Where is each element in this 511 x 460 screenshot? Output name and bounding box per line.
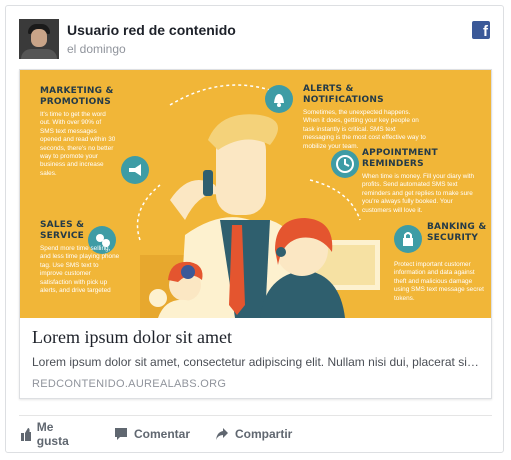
appointment-text: When time is money. Fill your diary with… (362, 173, 475, 214)
comment-icon (115, 428, 127, 440)
avatar[interactable] (19, 19, 59, 59)
appointment-title: APPOINTMENT REMINDERS (362, 148, 438, 169)
comment-button[interactable]: Comentar (114, 424, 190, 444)
alerts-title: ALERTS & NOTIFICATIONS (303, 84, 384, 105)
like-button[interactable]: Me gusta (21, 420, 73, 448)
sales-section: SALES & SERVICE Spend more time selling,… (40, 220, 120, 295)
link-caption[interactable]: Lorem ipsum dolor sit amet Lorem ipsum d… (20, 318, 491, 398)
bell-icon (265, 85, 293, 113)
alerts-section: ALERTS & NOTIFICATIONS Sometimes, the un… (303, 84, 428, 151)
sales-title: SALES & SERVICE (40, 220, 85, 241)
banking-section: BANKING & SECURITY (427, 222, 487, 244)
link-domain: REDCONTENIDO.AUREALABS.ORG (32, 378, 227, 390)
banking-text: Protect important customer information a… (394, 261, 484, 302)
comment-label: Comentar (134, 427, 191, 441)
banking-title: BANKING & SECURITY (427, 222, 487, 243)
alerts-text: Sometimes, the unexpected happens. When … (303, 109, 426, 150)
marketing-section: MARKETING & PROMOTIONS It's time to get … (40, 86, 116, 178)
link-title[interactable]: Lorem ipsum dolor sit amet (32, 327, 232, 348)
link-preview[interactable]: MARKETING & PROMOTIONS It's time to get … (19, 69, 492, 399)
facebook-icon[interactable]: f (472, 21, 490, 39)
thumbs-up-icon (21, 428, 31, 441)
appointment-section: APPOINTMENT REMINDERS When time is money… (362, 148, 482, 215)
megaphone-icon (121, 156, 149, 184)
author-name[interactable]: Usuario red de contenido (67, 22, 236, 38)
link-description: Lorem ipsum dolor sit amet, consectetur … (32, 355, 482, 369)
post-date[interactable]: el domingo (67, 42, 126, 56)
post-card: Usuario red de contenido el domingo f MA… (5, 5, 504, 453)
marketing-text: It's time to get the word out. With over… (40, 111, 116, 177)
divider (19, 415, 492, 416)
clock-icon (331, 150, 359, 178)
banking-text-block: Protect important customer information a… (394, 258, 486, 303)
share-label: Compartir (235, 427, 293, 441)
marketing-title: MARKETING & PROMOTIONS (40, 86, 114, 107)
share-button[interactable]: Compartir (215, 424, 292, 444)
sales-text: Spend more time selling, and less time p… (40, 245, 120, 295)
share-icon (216, 428, 228, 440)
lock-icon (394, 225, 422, 253)
like-label: Me gusta (36, 420, 69, 448)
infographic-image[interactable]: MARKETING & PROMOTIONS It's time to get … (20, 70, 491, 318)
